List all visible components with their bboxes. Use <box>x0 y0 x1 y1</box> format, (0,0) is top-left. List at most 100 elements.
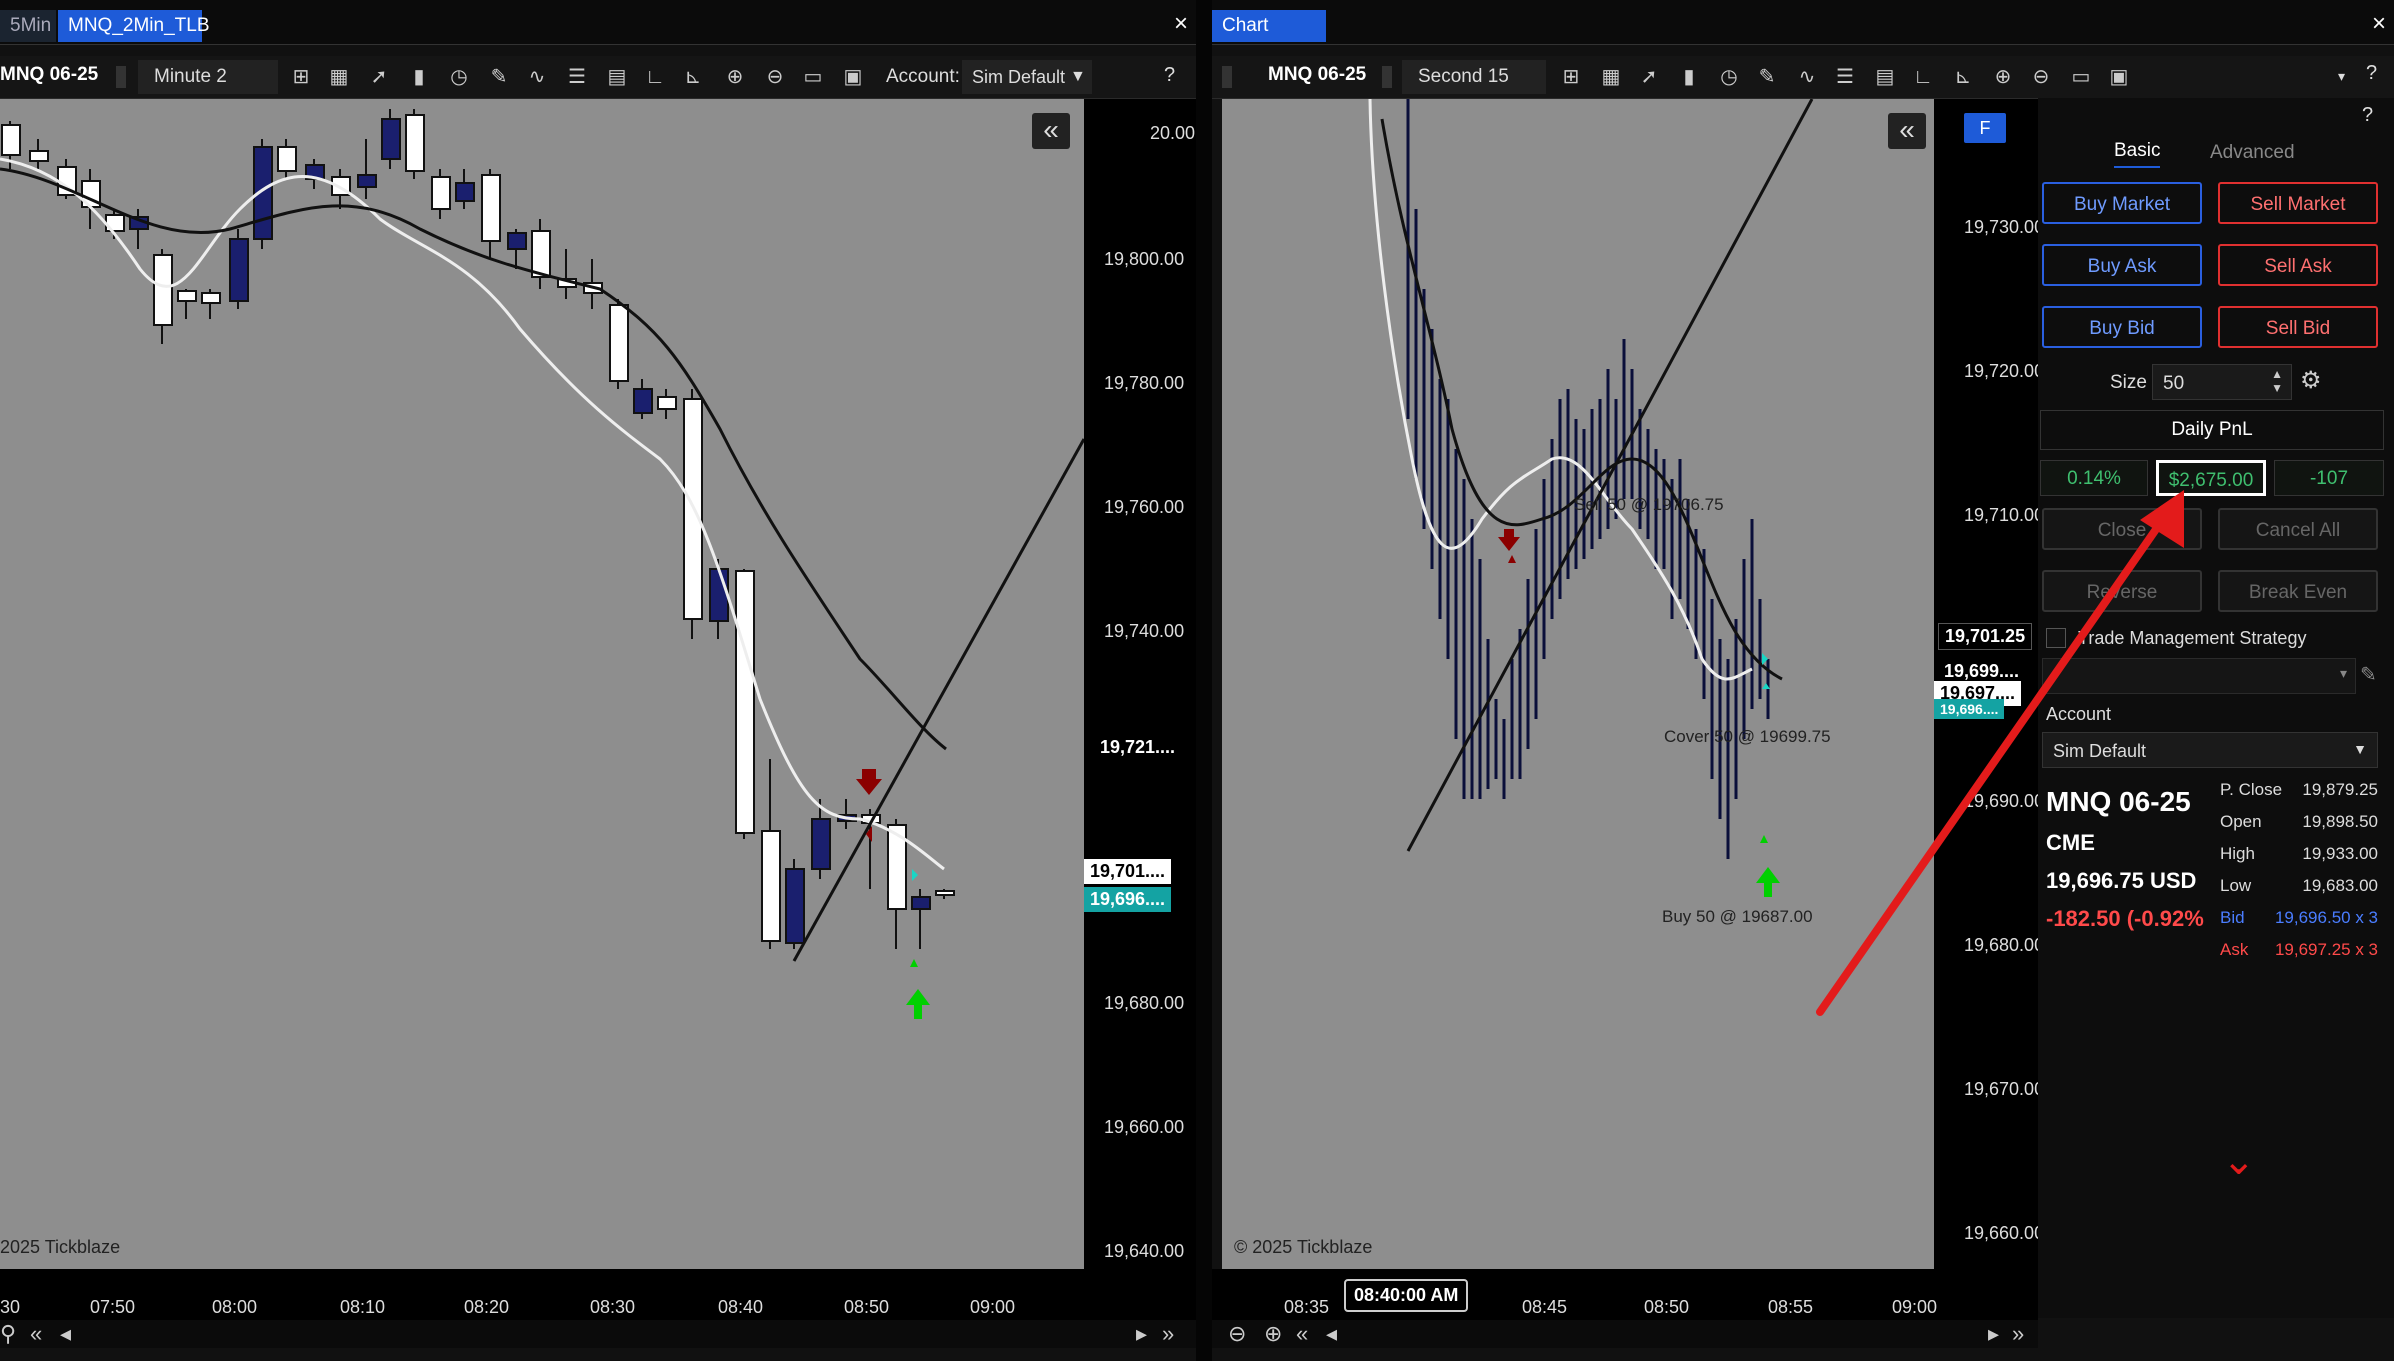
zoom-in-icon[interactable]: ⊕ <box>1990 64 2016 90</box>
separator <box>1222 66 1232 88</box>
price-change: -182.50 (-0.92% <box>2046 906 2204 931</box>
scroll-end-icon[interactable]: » <box>2012 1320 2024 1348</box>
bar-type-icon[interactable]: ⊞ <box>288 64 314 90</box>
scroll-right-icon[interactable]: ▸ <box>1136 1320 1147 1348</box>
clock-icon[interactable]: ◷ <box>1716 64 1742 90</box>
chart-style-icon[interactable]: ▮ <box>406 64 432 90</box>
zoom-out-icon[interactable]: ⊖ <box>1228 1320 1246 1348</box>
close-button[interactable]: Close <box>2042 508 2202 550</box>
chevron-down-icon[interactable]: ▼ <box>1070 68 1086 86</box>
buy-bid-button[interactable]: Buy Bid <box>2042 306 2202 348</box>
timeframe-selector[interactable]: Minute 2 <box>138 60 278 94</box>
collapse-panel-button[interactable]: « <box>1888 113 1926 149</box>
left-scrollbar[interactable]: ⚲ « ◂ ▸ » <box>0 1320 1196 1348</box>
pencil-icon[interactable]: ✎ <box>2360 662 2377 687</box>
folder-icon[interactable]: ▭ <box>2068 64 2094 90</box>
axis-scale-icon[interactable]: ⊾ <box>680 64 706 90</box>
x-tick: 08:45 <box>1522 1297 1568 1317</box>
y-tick: 19,740.00 <box>1104 621 1185 641</box>
right-scrollbar[interactable]: ⊖ ⊕ « ◂ ▸ » <box>1212 1320 2038 1348</box>
help-icon[interactable]: ? <box>2362 104 2373 127</box>
zoom-out-icon[interactable]: ⊖ <box>762 64 788 90</box>
folder-icon[interactable]: ▭ <box>800 64 826 90</box>
f-button[interactable]: F <box>1964 113 2006 143</box>
close-icon[interactable]: × <box>1174 10 1188 38</box>
trade-mgmt-checkbox[interactable] <box>2046 628 2066 648</box>
axis-icon[interactable]: ∟ <box>642 64 668 90</box>
indicators-icon[interactable]: ▦ <box>1598 64 1624 90</box>
report-icon[interactable]: ▤ <box>604 64 630 90</box>
cancel-all-button[interactable]: Cancel All <box>2218 508 2378 550</box>
left-chart-window: 5Min MNQ_2Min_TLB × MNQ 06-25 Minute 2 ⊞… <box>0 0 1196 1361</box>
sell-ask-button[interactable]: Sell Ask <box>2218 244 2378 286</box>
list-icon[interactable]: ☰ <box>564 64 590 90</box>
help-icon[interactable]: ? <box>1164 64 1175 87</box>
reverse-button[interactable]: Reverse <box>2042 570 2202 612</box>
left-candles <box>0 109 1084 1019</box>
clock-icon[interactable]: ◷ <box>446 64 472 90</box>
tab-mnq-2min-tlb[interactable]: MNQ_2Min_TLB <box>58 10 210 42</box>
axis-icon[interactable]: ∟ <box>1910 64 1936 90</box>
price-label-bid: 19,696.... <box>1934 699 2005 719</box>
tab-chart[interactable]: Chart <box>1212 10 1326 42</box>
right-price-plot[interactable]: Sell 50 @ 19706.75 Cover 50 @ 19699.75 B… <box>1222 99 1934 1269</box>
list-icon[interactable]: ☰ <box>1832 64 1858 90</box>
help-icon[interactable]: ? <box>2366 62 2377 85</box>
save-icon[interactable]: ▣ <box>840 64 866 90</box>
scroll-start-icon[interactable]: « <box>30 1320 42 1348</box>
close-icon[interactable]: × <box>2372 10 2386 38</box>
indicators-icon[interactable]: ▦ <box>326 64 352 90</box>
x-tick: 08:20 <box>464 1297 510 1317</box>
left-price-plot[interactable]: « F 2025 Tickblaze <box>0 99 1148 1269</box>
gear-icon[interactable]: ⚙ <box>2300 366 2322 395</box>
axis-scale-icon[interactable]: ⊾ <box>1950 64 1976 90</box>
sell-annotation: Sell 50 @ 19706.75 <box>1574 495 1724 514</box>
stepper-icon[interactable]: ▲ ▼ <box>2271 367 2283 395</box>
scroll-start-icon[interactable]: « <box>1296 1320 1308 1348</box>
left-price-axis[interactable]: 20.00 19,800.00 19,780.00 19,760.00 19,7… <box>1084 99 1196 1269</box>
tab-basic[interactable]: Basic <box>2114 140 2161 168</box>
trendline-icon[interactable]: ∿ <box>524 64 550 90</box>
save-icon[interactable]: ▣ <box>2106 64 2132 90</box>
zoom-out-icon[interactable]: ⊖ <box>2028 64 2054 90</box>
cursor-icon[interactable]: ➚ <box>1636 64 1662 90</box>
symbol-selector[interactable]: MNQ 06-25 <box>1268 64 1366 86</box>
sell-bid-button[interactable]: Sell Bid <box>2218 306 2378 348</box>
chart-style-icon[interactable]: ▮ <box>1676 64 1702 90</box>
cursor-icon[interactable]: ➚ <box>366 64 392 90</box>
break-even-button[interactable]: Break Even <box>2218 570 2378 612</box>
chevron-down-icon[interactable]: ⌄ <box>2222 1138 2256 1184</box>
last-price: 19,696.75 USD <box>2046 868 2197 893</box>
timeframe-selector[interactable]: Second 15 <box>1402 60 1546 94</box>
chevron-down-icon[interactable]: ▾ <box>2338 68 2345 85</box>
tab-5min[interactable]: 5Min <box>0 10 56 42</box>
separator <box>1382 66 1392 88</box>
pencil-icon[interactable]: ✎ <box>1754 64 1780 90</box>
pencil-icon[interactable]: ✎ <box>486 64 512 90</box>
scroll-right-icon[interactable]: ▸ <box>1988 1320 1999 1348</box>
zoom-in-icon[interactable]: ⊕ <box>1264 1320 1282 1348</box>
window-divider[interactable] <box>1196 0 1212 1361</box>
scroll-left-icon[interactable]: ◂ <box>1326 1320 1337 1348</box>
collapse-panel-button[interactable]: « <box>1032 113 1070 149</box>
scroll-end-icon[interactable]: » <box>1162 1320 1174 1348</box>
trendline-icon[interactable]: ∿ <box>1794 64 1820 90</box>
buy-market-button[interactable]: Buy Market <box>2042 182 2202 224</box>
zoom-in-icon[interactable]: ⊕ <box>722 64 748 90</box>
scroll-left-icon[interactable]: ◂ <box>60 1320 71 1348</box>
bar-type-icon[interactable]: ⊞ <box>1558 64 1584 90</box>
size-label: Size <box>2110 372 2147 393</box>
size-input[interactable]: 50 ▲ ▼ <box>2152 364 2292 400</box>
buy-ask-button[interactable]: Buy Ask <box>2042 244 2202 286</box>
x-tick: 08:55 <box>1768 1297 1814 1317</box>
copyright: 2025 Tickblaze <box>0 1237 121 1257</box>
right-price-axis[interactable]: F 19,730.00 19,720.00 19,710.00 19,701.2… <box>1934 99 2044 1269</box>
zoom-out-icon[interactable]: ⚲ <box>0 1320 16 1348</box>
account-select[interactable]: Sim Default ▼ <box>2042 732 2378 768</box>
sell-market-button[interactable]: Sell Market <box>2218 182 2378 224</box>
strategy-select[interactable]: ▾ <box>2042 658 2356 694</box>
open-value: 19,898.50 <box>2302 812 2378 831</box>
symbol-selector[interactable]: MNQ 06-25 <box>0 64 98 86</box>
report-icon[interactable]: ▤ <box>1872 64 1898 90</box>
tab-advanced[interactable]: Advanced <box>2210 142 2295 164</box>
